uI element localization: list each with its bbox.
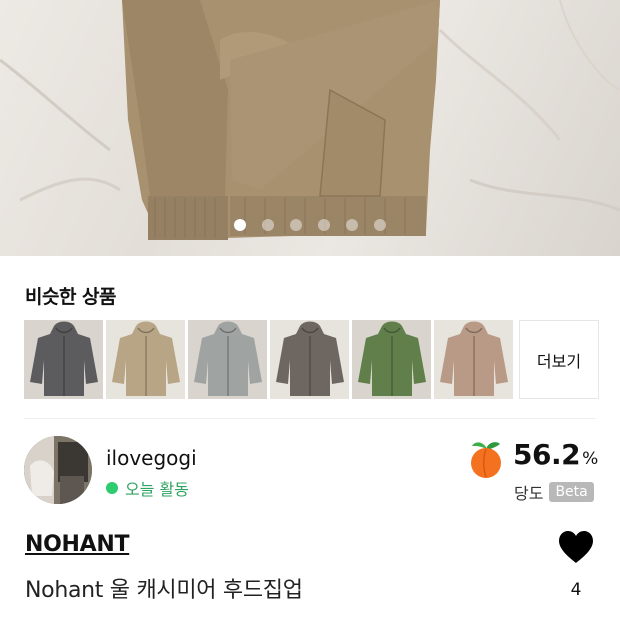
product-image-carousel[interactable] (0, 0, 620, 256)
section-divider (24, 418, 596, 419)
more-button[interactable]: 더보기 (519, 320, 599, 399)
carousel-indicator (0, 219, 620, 231)
similar-product-thumbnail[interactable] (352, 320, 431, 399)
avatar-photo (24, 436, 92, 504)
like-count: 4 (570, 580, 582, 600)
carousel-dot[interactable] (290, 219, 302, 231)
similar-product-thumbnail[interactable] (188, 320, 267, 399)
beta-badge: Beta (549, 482, 594, 502)
heart-icon[interactable] (557, 530, 595, 564)
hoodie-thumbnail-image (106, 320, 185, 399)
hoodie-thumbnail-image (270, 320, 349, 399)
sweetness-score: 56.2% (513, 438, 598, 471)
similar-product-thumbnail[interactable] (434, 320, 513, 399)
product-title: Nohant 울 캐시미어 후드집업 (25, 578, 303, 603)
carousel-dot[interactable] (262, 219, 274, 231)
carousel-dot[interactable] (234, 219, 246, 231)
similar-product-thumbnail[interactable] (106, 320, 185, 399)
activity-label: 오늘 활동 (125, 480, 189, 499)
brand-link[interactable]: NOHANT (25, 532, 129, 557)
similar-products-list: 더보기 (24, 320, 599, 399)
similar-product-thumbnail[interactable] (24, 320, 103, 399)
hoodie-thumbnail-image (434, 320, 513, 399)
carousel-dot[interactable] (318, 219, 330, 231)
seller-activity: 오늘 활동 (106, 476, 189, 500)
seller-avatar[interactable] (24, 436, 92, 504)
peach-icon (471, 442, 501, 478)
sweetness-label: 당도 (514, 484, 544, 503)
score-unit: % (582, 449, 598, 469)
similar-product-thumbnail[interactable] (270, 320, 349, 399)
similar-products-title: 비슷한 상품 (25, 286, 117, 308)
hoodie-thumbnail-image (24, 320, 103, 399)
hoodie-thumbnail-image (352, 320, 431, 399)
sweetness-label-row: 당도 Beta (514, 480, 594, 504)
sweater-photo (0, 0, 620, 240)
hoodie-thumbnail-image (188, 320, 267, 399)
carousel-dot[interactable] (374, 219, 386, 231)
seller-name[interactable]: ilovegogi (106, 446, 197, 470)
carousel-dot[interactable] (346, 219, 358, 231)
online-status-dot (106, 482, 118, 494)
score-value: 56.2 (513, 438, 581, 471)
